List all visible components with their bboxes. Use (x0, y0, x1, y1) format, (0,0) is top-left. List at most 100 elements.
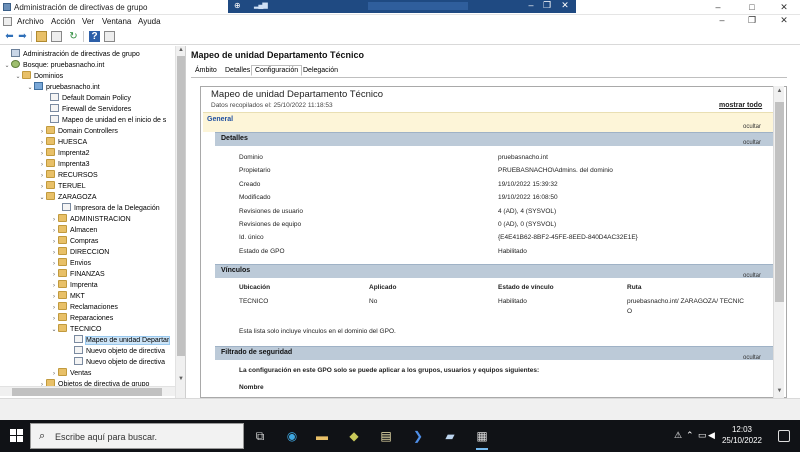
tree-item[interactable]: ⌄ Bosque: pruebasnacho.int (3, 60, 104, 71)
tree-item[interactable]: Administración de directivas de grupo (3, 49, 140, 60)
view-icon[interactable] (104, 31, 115, 42)
tree-item[interactable]: Mapeo de unidad en el inicio de s (42, 115, 166, 126)
child-minimize-button[interactable]: – (714, 15, 730, 25)
tree-item[interactable]: › RECURSOS (38, 170, 98, 181)
properties-icon[interactable] (51, 31, 62, 42)
column-header: Ubicación (239, 284, 271, 291)
notepad-icon[interactable]: ▤ (378, 428, 394, 444)
section-security-header[interactable]: Filtrado de seguridad ocultar (215, 346, 773, 361)
powershell-icon[interactable]: ❯ (410, 428, 426, 444)
tab-detalles[interactable]: Detalles (221, 65, 254, 76)
tree-item[interactable]: › ADMINISTRACION (50, 214, 131, 225)
tree-item[interactable]: › Imprenta2 (38, 148, 90, 159)
tree-item[interactable]: Impresora de la Delegación (54, 203, 160, 214)
tree-item[interactable]: › MKT (50, 291, 85, 302)
edge-browser-icon[interactable]: ◉ (284, 428, 300, 444)
tree-item[interactable]: › Ventas (50, 368, 91, 379)
tree-item[interactable]: ⌄ TECNICO (50, 324, 102, 335)
tree-item[interactable]: Default Domain Policy (42, 93, 131, 104)
gpmc-taskbar-icon[interactable]: ▦ (474, 428, 490, 450)
tree-item[interactable]: › Reclamaciones (50, 302, 118, 313)
tree-item[interactable]: › DIRECCION (50, 247, 109, 258)
tree-item[interactable]: › Compras (50, 236, 98, 247)
scroll-up-icon[interactable]: ▲ (176, 47, 185, 53)
system-clock[interactable]: 12:03 25/10/2022 (716, 424, 768, 446)
signal-strength-icon: ▂▄▆ (254, 2, 268, 9)
report-vertical-scrollbar[interactable]: ▲ ▼ (773, 86, 784, 398)
tree-item[interactable]: ⌄ ZARAGOZA (38, 192, 97, 203)
window-close-button[interactable]: ✕ (776, 2, 792, 13)
menu-ver[interactable]: Ver (82, 17, 94, 26)
tree-item[interactable]: › FINANZAS (50, 269, 105, 280)
expand-chevron-icon[interactable]: ⌄ (50, 325, 58, 336)
tree-item[interactable]: › Imprenta (50, 280, 98, 291)
link-path-continued: O (627, 308, 633, 315)
network-icon[interactable]: ▭ (698, 430, 707, 441)
tree-item-selected[interactable]: Mapeo de unidad Departar (66, 335, 171, 346)
file-explorer-icon[interactable]: ▬ (314, 428, 330, 444)
tree-item[interactable]: › Envios (50, 258, 91, 269)
expand-chevron-icon[interactable]: ⌄ (3, 61, 11, 72)
show-all-link[interactable]: mostrar todo (719, 102, 762, 109)
folder-icon[interactable] (36, 31, 47, 42)
section-general[interactable]: General ocultar (203, 112, 773, 132)
back-arrow-icon[interactable]: ⬅ (4, 31, 15, 42)
windows-start-icon[interactable] (10, 429, 24, 443)
tab-delegacion[interactable]: Delegación (299, 65, 342, 76)
scroll-down-icon[interactable]: ▼ (176, 376, 185, 382)
tree-item[interactable]: › HUESCA (38, 137, 87, 148)
server-manager-icon[interactable]: ◆ (346, 428, 362, 444)
taskbar-search[interactable]: ⌕ Escribe aquí para buscar. (30, 423, 244, 449)
tree-vertical-scrollbar[interactable]: ▲ ▼ (175, 46, 185, 398)
notifications-icon[interactable] (778, 430, 790, 442)
forward-arrow-icon[interactable]: ➡ (17, 31, 28, 42)
system-menu-icon[interactable] (3, 17, 12, 26)
menu-ventana[interactable]: Ventana (102, 17, 131, 26)
scroll-up-icon[interactable]: ▲ (774, 88, 785, 94)
tree-item[interactable]: ⌄ pruebasnacho.int (26, 82, 100, 93)
child-close-button[interactable]: ✕ (776, 15, 792, 26)
tree-item[interactable]: ⌄ Dominios (14, 71, 63, 82)
tree-item[interactable]: › Reparaciones (50, 313, 113, 324)
window-minimize-button[interactable]: – (710, 2, 726, 12)
detail-key: Creado (239, 181, 261, 188)
scroll-thumb[interactable] (177, 56, 185, 356)
gpo-editor-icon[interactable]: ▰ (442, 428, 458, 444)
section-links-header[interactable]: Vínculos ocultar (215, 264, 773, 279)
tree-item[interactable]: Nuevo objeto de directiva (66, 357, 165, 368)
remote-restore-button[interactable]: ❐ (540, 0, 554, 11)
menu-archivo[interactable]: Archivo (17, 17, 44, 26)
chevron-up-icon[interactable]: ⌃ (686, 430, 694, 441)
menu-ayuda[interactable]: Ayuda (138, 17, 161, 26)
refresh-icon[interactable]: ↻ (68, 31, 79, 42)
task-view-icon[interactable]: ⧉ (252, 428, 268, 444)
network-warning-icon[interactable]: ⚠ (674, 430, 682, 441)
help-icon[interactable]: ? (89, 31, 100, 42)
tree-item[interactable]: Nuevo objeto de directiva (66, 346, 165, 357)
tree-item[interactable]: › Almacen (50, 225, 97, 236)
remote-close-button[interactable]: ✕ (558, 0, 572, 11)
tree-item[interactable]: › Domain Controllers (38, 126, 118, 137)
tree-item[interactable]: Firewall de Servidores (42, 104, 131, 115)
pin-icon[interactable]: ⊕ (234, 1, 241, 10)
menu-accion[interactable]: Acción (51, 17, 75, 26)
tree-item[interactable]: › Imprenta3 (38, 159, 90, 170)
scroll-thumb[interactable] (12, 388, 162, 396)
child-restore-button[interactable]: ❐ (744, 15, 760, 26)
remote-minimize-button[interactable]: – (524, 0, 538, 10)
detail-key: Modificado (239, 194, 271, 201)
expand-chevron-icon[interactable]: ⌄ (14, 72, 22, 83)
scroll-thumb[interactable] (775, 102, 784, 302)
tab-ambito[interactable]: Ámbito (191, 65, 221, 76)
expand-chevron-icon[interactable]: ⌄ (38, 193, 46, 204)
gpmc-app-icon (3, 3, 11, 11)
section-details-header[interactable]: Detalles ocultar (215, 132, 773, 146)
expand-chevron-icon[interactable]: ⌄ (26, 83, 34, 94)
scroll-down-icon[interactable]: ▼ (774, 388, 785, 394)
tree-horizontal-scrollbar[interactable] (0, 386, 175, 396)
volume-icon[interactable]: ◀ (708, 430, 715, 441)
window-maximize-button[interactable]: □ (744, 2, 760, 12)
tree-item[interactable]: › TERUEL (38, 181, 86, 192)
tab-configuracion[interactable]: Configuración (251, 65, 303, 76)
hide-link[interactable]: ocultar (743, 124, 761, 130)
